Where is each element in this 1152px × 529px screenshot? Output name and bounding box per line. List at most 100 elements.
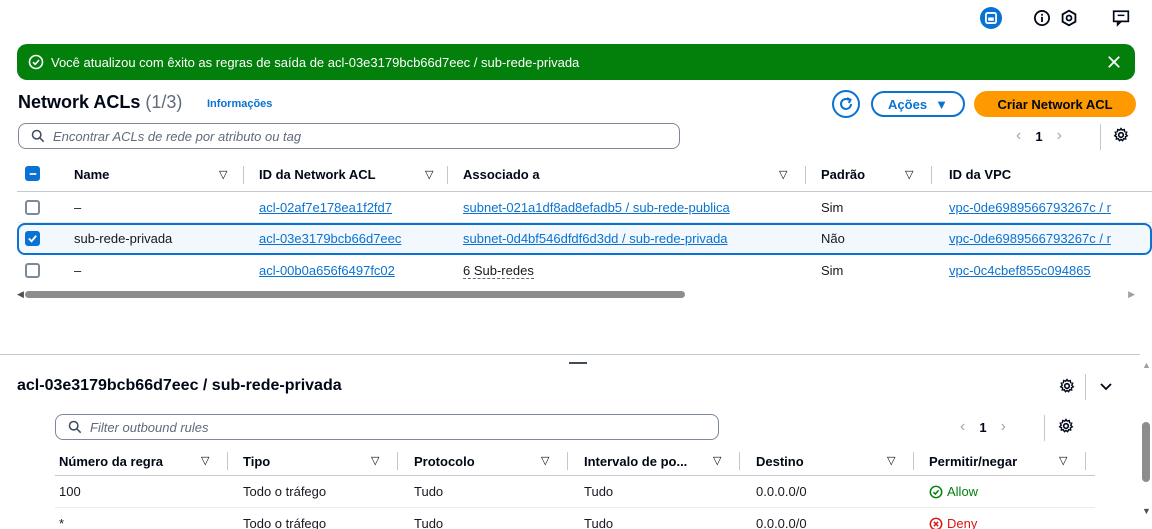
col-vpc-id[interactable]: ID da VPC (949, 167, 1011, 182)
sort-icon[interactable]: ▽ (201, 454, 209, 467)
scrollbar-thumb[interactable] (25, 291, 685, 298)
feedback-icon[interactable] (1110, 7, 1132, 29)
sort-icon[interactable]: ▽ (219, 168, 227, 181)
network-acls-table: Name ▽ ID da Network ACL ▽ Associado a ▽… (17, 158, 1152, 286)
col-divider (227, 452, 228, 470)
col-destination[interactable]: Destino (756, 454, 804, 469)
close-icon[interactable] (1105, 53, 1123, 71)
table-row: * Todo o tráfego Tudo Tudo 0.0.0.0/0 Den… (55, 508, 1095, 529)
refresh-icon (840, 97, 852, 110)
table-row[interactable]: – acl-00b0a656f6497fc02 6 Sub-redes Sim … (17, 255, 1152, 286)
col-acl-id[interactable]: ID da Network ACL (259, 167, 376, 182)
split-panel-title: acl-03e3179bcb66d7eec / sub-rede-privada (17, 377, 342, 394)
scroll-right-icon[interactable]: ▶ (1128, 289, 1135, 300)
cell-type: Todo o tráfego (243, 484, 327, 499)
cell-default: Sim (821, 200, 844, 215)
cell-destination: 0.0.0.0/0 (756, 516, 807, 529)
prev-page-icon[interactable]: ‹ (1016, 127, 1021, 145)
cell-associated-popover[interactable]: 6 Sub-redes (463, 263, 534, 279)
col-divider (397, 452, 398, 470)
sort-icon[interactable]: ▽ (1059, 454, 1067, 467)
cell-port-range: Tudo (584, 516, 614, 529)
allow-check-icon (929, 485, 943, 498)
info-link[interactable]: Informações (207, 98, 272, 110)
row-checkbox[interactable] (25, 231, 40, 246)
resize-handle[interactable] (569, 362, 587, 364)
row-checkbox[interactable] (25, 200, 40, 215)
gear-icon[interactable] (1058, 418, 1074, 437)
sort-icon[interactable]: ▽ (541, 454, 549, 467)
sort-icon[interactable]: ▽ (713, 454, 721, 467)
sort-icon[interactable]: ▽ (425, 168, 433, 181)
col-allow-deny[interactable]: Permitir/negar (929, 454, 1017, 469)
selection-count: (1/3) (145, 92, 183, 112)
cell-vpc-link[interactable]: vpc-0c4cbef855c094865 (949, 263, 1091, 278)
actions-label: Ações (888, 96, 928, 112)
top-utility-bar (0, 0, 1152, 38)
cell-associated-link[interactable]: subnet-0d4bf546dfdf6d3dd / sub-rede-priv… (463, 231, 728, 246)
scrollbar-thumb[interactable] (1142, 422, 1150, 482)
pagination: ‹ 1 › (1016, 127, 1062, 145)
col-name[interactable]: Name (74, 167, 109, 182)
gear-icon[interactable] (1059, 378, 1075, 397)
page-number[interactable]: 1 (1035, 129, 1042, 144)
refresh-button[interactable] (832, 90, 860, 118)
cell-name: – (74, 263, 82, 278)
select-all-checkbox[interactable] (25, 166, 40, 181)
allow-label: Allow (947, 484, 979, 499)
col-associated[interactable]: Associado a (463, 167, 540, 182)
create-network-acl-button[interactable]: Criar Network ACL (974, 91, 1136, 117)
col-port-range[interactable]: Intervalo de po... (584, 454, 687, 469)
cell-acl-id-link[interactable]: acl-03e3179bcb66d7eec (259, 231, 401, 246)
cell-default: Sim (821, 263, 844, 278)
next-page-icon[interactable]: › (1001, 418, 1006, 436)
cell-port-range: Tudo (584, 484, 614, 499)
actions-button[interactable]: Ações ▼ (871, 91, 965, 117)
sort-icon[interactable]: ▽ (887, 454, 895, 467)
cell-default: Não (821, 231, 845, 246)
table-row-selected[interactable]: sub-rede-privada acl-03e3179bcb66d7eec s… (17, 223, 1152, 255)
search-icon (31, 129, 45, 143)
outbound-rules-table: Número da regra ▽ Tipo ▽ Protocolo ▽ Int… (55, 446, 1095, 529)
cell-type: Todo o tráfego (243, 516, 327, 529)
col-protocol[interactable]: Protocolo (414, 454, 475, 469)
page-number[interactable]: 1 (979, 420, 986, 435)
scroll-left-icon[interactable]: ◀ (17, 289, 24, 300)
settings-hex-icon[interactable] (1058, 7, 1080, 29)
info-icon[interactable] (1031, 7, 1053, 29)
cell-associated-link[interactable]: subnet-021a1df8ad8efadb5 / sub-rede-publ… (463, 200, 730, 215)
deny-x-icon (929, 517, 943, 529)
sort-icon[interactable]: ▽ (779, 168, 787, 181)
cell-acl-id-link[interactable]: acl-00b0a656f6497fc02 (259, 263, 395, 278)
prev-page-icon[interactable]: ‹ (960, 418, 965, 436)
next-page-icon[interactable]: › (1057, 127, 1062, 145)
success-check-icon (28, 54, 44, 70)
sort-icon[interactable]: ▽ (371, 454, 379, 467)
caret-down-icon: ▼ (935, 96, 948, 112)
row-checkbox[interactable] (25, 263, 40, 278)
sort-icon[interactable]: ▽ (905, 168, 913, 181)
col-default[interactable]: Padrão (821, 167, 865, 182)
scroll-up-icon[interactable]: ▲ (1142, 360, 1151, 370)
search-input[interactable]: Encontrar ACLs de rede por atributo ou t… (18, 123, 680, 149)
cell-vpc-link[interactable]: vpc-0de6989566793267c / r (949, 231, 1111, 246)
gear-icon[interactable] (1113, 127, 1129, 146)
col-rule-number[interactable]: Número da regra (59, 454, 163, 469)
chevron-down-icon[interactable] (1098, 378, 1114, 397)
horizontal-scrollbar[interactable]: ◀ ▶ (17, 288, 1135, 302)
col-type[interactable]: Tipo (243, 454, 270, 469)
table-header: Número da regra ▽ Tipo ▽ Protocolo ▽ Int… (55, 446, 1095, 476)
col-divider (913, 452, 914, 470)
cell-name: – (74, 200, 82, 215)
table-row[interactable]: – acl-02af7e178ea1f2fd7 subnet-021a1df8a… (17, 192, 1152, 223)
outbound-rules-search-input[interactable]: Filter outbound rules (55, 414, 719, 440)
deny-label: Deny (947, 516, 978, 529)
vertical-scrollbar[interactable]: ▲ ▼ (1140, 360, 1152, 529)
cell-vpc-link[interactable]: vpc-0de6989566793267c / r (949, 200, 1111, 215)
col-divider (805, 166, 806, 184)
cell-acl-id-link[interactable]: acl-02af7e178ea1f2fd7 (259, 200, 392, 215)
scroll-down-icon[interactable]: ▼ (1142, 506, 1151, 516)
divider (1100, 124, 1101, 150)
panel-icon[interactable] (980, 7, 1002, 29)
col-divider (1085, 452, 1086, 470)
